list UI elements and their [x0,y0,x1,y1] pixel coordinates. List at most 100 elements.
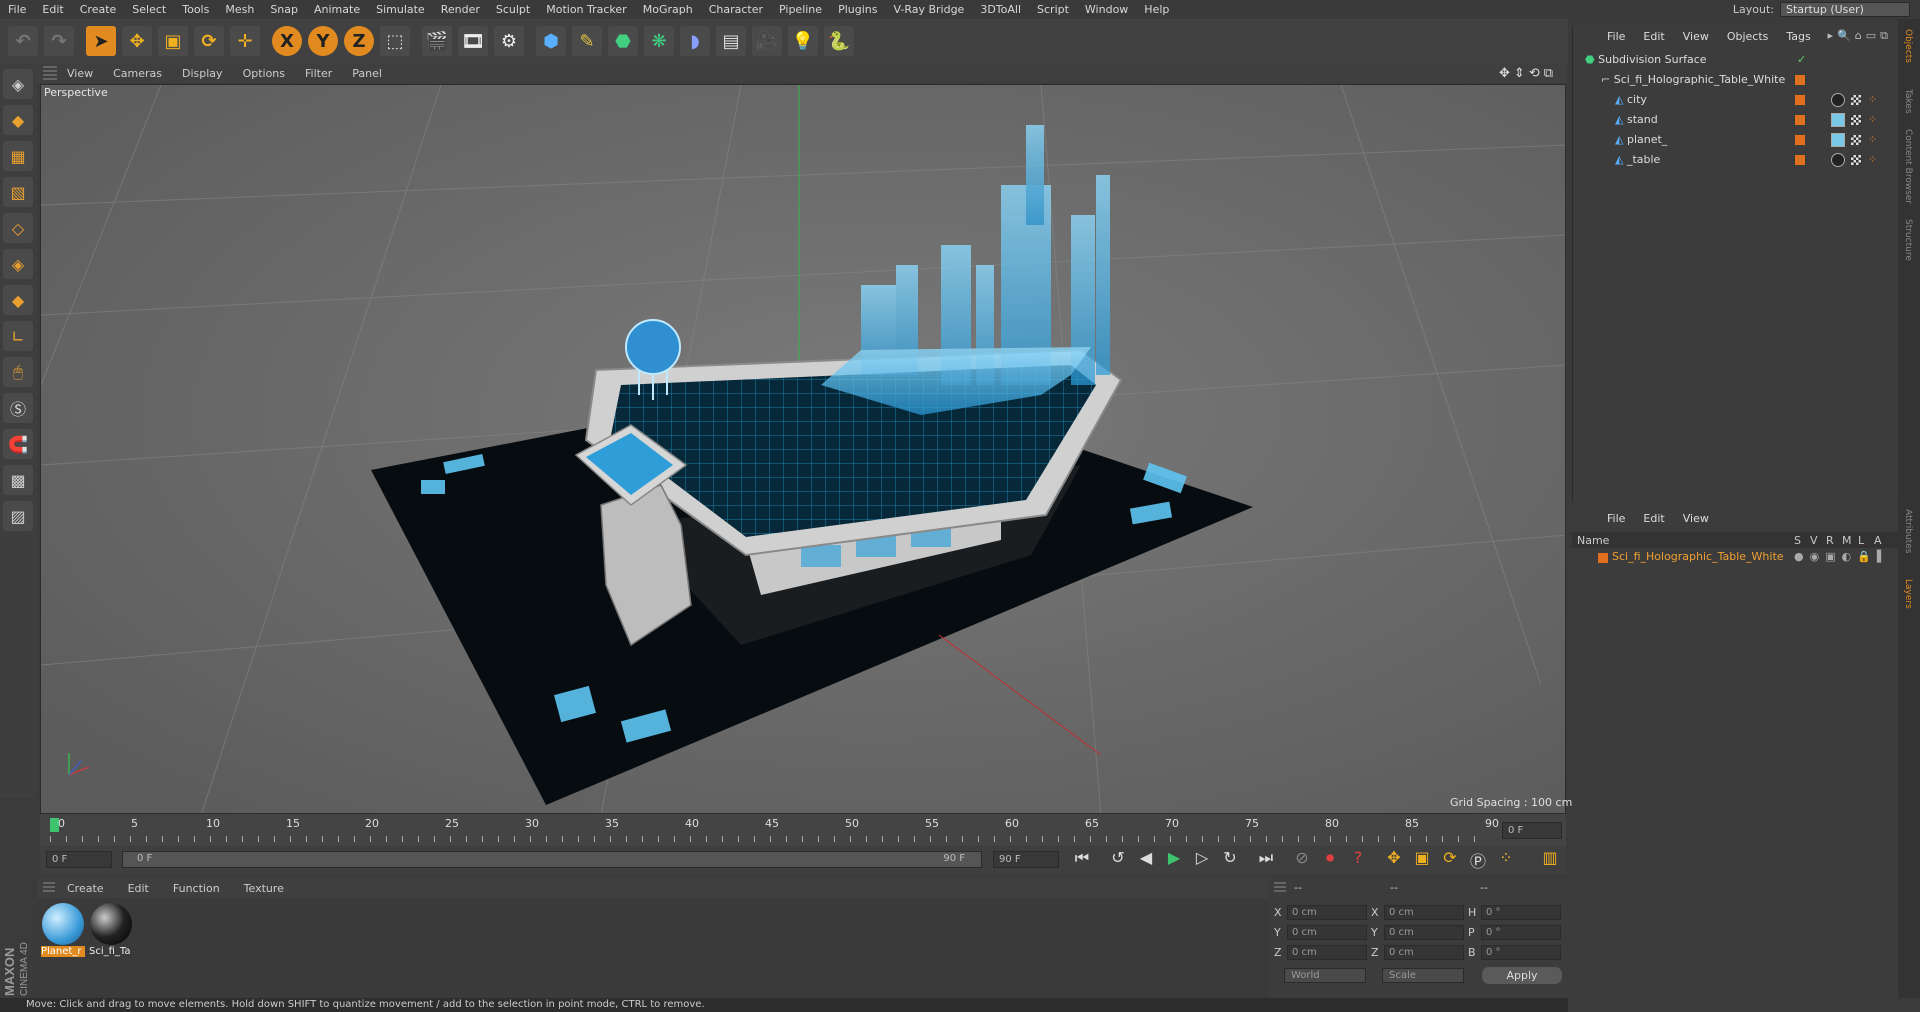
object-row[interactable]: ◭ city ⁘ [1575,90,1895,109]
key-rotation-icon[interactable]: ⟳ [1438,848,1462,872]
tab-takes[interactable]: Takes [1903,89,1913,114]
menu-script[interactable]: Script [1029,3,1077,16]
array-cloner-icon[interactable]: ❋ [644,26,674,56]
material-swatch[interactable]: Planet_r [41,902,85,958]
object-row[interactable]: ⬣ Subdivision Surface ✓ [1575,50,1895,69]
timeline-window-icon[interactable]: ▥ [1538,848,1562,872]
polygons-mode-icon[interactable]: ◆ [3,285,33,315]
menu-tools[interactable]: Tools [174,3,217,16]
viewport-nav-icons[interactable]: ✥⇕⟲⧉ [1499,66,1557,81]
prev-key-icon[interactable]: ↺ [1106,848,1130,872]
objects-menu-view[interactable]: View [1674,30,1718,43]
material-swatch[interactable]: Sci_fi_Ta [89,902,133,958]
python-icon[interactable]: 🐍 [824,26,854,56]
layer-col-manager[interactable]: M [1842,534,1852,547]
menu-window[interactable]: Window [1077,3,1136,16]
objects-menu-edit[interactable]: Edit [1634,30,1673,43]
tab-attributes[interactable]: Attributes [1903,509,1913,553]
material-tag-icon[interactable] [1831,113,1845,127]
menu-motion-tracker[interactable]: Motion Tracker [538,3,634,16]
phong-tag-icon[interactable]: ⁘ [1868,130,1877,149]
select-arrow-icon[interactable]: ➤ [86,26,116,56]
layer-color-tag[interactable] [1795,155,1805,165]
size-y-field[interactable]: 0 cm [1384,925,1464,940]
menu-plugins[interactable]: Plugins [830,3,885,16]
3d-viewport[interactable] [40,84,1566,814]
phong-tag-icon[interactable]: ⁘ [1868,150,1877,169]
layer-color-tag[interactable] [1795,95,1805,105]
enabled-check-icon[interactable]: ✓ [1797,50,1806,69]
objects-menu-tags[interactable]: Tags [1777,30,1819,43]
axis-mode-icon[interactable]: ∟ [3,321,33,351]
key-scale-icon[interactable]: ▣ [1410,848,1434,872]
end-frame-field[interactable]: 90 F [993,851,1059,868]
layer-toggle-icons[interactable]: ●◉▣◐🔒▌ [1794,548,1891,566]
viewport-menu-cameras[interactable]: Cameras [103,67,172,80]
uvw-tag-icon[interactable] [1851,135,1861,145]
layer-color-tag[interactable] [1795,75,1805,85]
viewport-menu-view[interactable]: View [57,67,103,80]
rotate-icon[interactable]: ⟳ [194,26,224,56]
record-keys-icon[interactable]: ⊘ [1290,848,1314,872]
live-selection-icon[interactable]: ✛ [230,26,260,56]
play-icon[interactable]: ▶ [1162,848,1186,872]
coordinate-system-icon[interactable]: ⬚ [380,26,410,56]
layers-menu-view[interactable]: View [1674,512,1718,525]
size-x-field[interactable]: 0 cm [1384,905,1464,920]
material-menu-texture[interactable]: Texture [232,882,296,895]
menu-sculpt[interactable]: Sculpt [488,3,538,16]
menu-3dtoall[interactable]: 3DToAll [972,3,1029,16]
layout-dropdown[interactable]: Startup (User) [1780,2,1910,17]
undo-icon[interactable]: ↶ [8,26,38,56]
menu-simulate[interactable]: Simulate [368,3,433,16]
menu-create[interactable]: Create [72,3,125,16]
tab-objects[interactable]: Objects [1903,29,1913,63]
next-key-icon[interactable]: ↻ [1218,848,1242,872]
layer-col-solo[interactable]: S [1794,534,1801,547]
layer-col-locked[interactable]: L [1858,534,1864,547]
position-z-field[interactable]: 0 cm [1287,945,1367,960]
material-tag-icon[interactable] [1831,93,1845,107]
key-parameter-icon[interactable]: Ⓟ [1466,848,1490,872]
goto-end-icon[interactable]: ⏭ [1254,848,1278,872]
position-y-field[interactable]: 0 cm [1287,925,1367,940]
menu-file[interactable]: File [0,3,34,16]
material-tag-icon[interactable] [1831,153,1845,167]
layer-color-tag[interactable] [1795,135,1805,145]
next-frame-icon[interactable]: ▷ [1190,848,1214,872]
lock-workplane-icon[interactable]: ▩ [3,465,33,495]
workplane-icon[interactable]: ▧ [3,177,33,207]
key-pla-icon[interactable]: ⁘ [1494,848,1518,872]
keyframe-selection-icon[interactable]: ? [1346,848,1370,872]
magnet-icon[interactable]: 🧲 [3,429,33,459]
layers-menu-edit[interactable]: Edit [1634,512,1673,525]
texture-mode-icon[interactable]: ▦ [3,141,33,171]
tweak-mode-icon[interactable]: 🖱 [3,357,33,387]
render-settings-icon[interactable]: ⚙ [494,26,524,56]
menu-pipeline[interactable]: Pipeline [771,3,830,16]
object-row[interactable]: ◭ planet_ ⁘ [1575,130,1895,149]
viewport-menu-options[interactable]: Options [233,67,295,80]
object-row[interactable]: ⌐ Sci_fi_Holographic_Table_White [1575,70,1895,89]
current-frame-field[interactable]: 0 F [1502,822,1562,839]
menu-render[interactable]: Render [433,3,488,16]
snap-icon[interactable]: Ⓢ [3,393,33,423]
light-icon[interactable]: 💡 [788,26,818,56]
objects-menu-file[interactable]: File [1598,30,1634,43]
pen-spline-icon[interactable]: ✎ [572,26,602,56]
position-x-field[interactable]: 0 cm [1287,905,1367,920]
layer-row[interactable]: Sci_fi_Holographic_Table_White ●◉▣◐🔒▌ [1572,548,1898,566]
size-z-field[interactable]: 0 cm [1384,945,1464,960]
cube-icon[interactable]: ⬢ [536,26,566,56]
object-manager-tools-icons[interactable]: ▸🔍⌂▭⧉ [1828,29,1892,43]
goto-start-icon[interactable]: ⏮ [1070,848,1094,872]
objects-menu-objects[interactable]: Objects [1718,30,1778,43]
menu-mesh[interactable]: Mesh [217,3,262,16]
layer-color-swatch[interactable] [1598,553,1608,563]
menu-vray-bridge[interactable]: V-Ray Bridge [885,3,972,16]
viewport-menu-filter[interactable]: Filter [295,67,342,80]
start-frame-field[interactable]: 0 F [46,851,112,868]
viewport-menu-display[interactable]: Display [172,67,233,80]
phong-tag-icon[interactable]: ⁘ [1868,90,1877,109]
points-mode-icon[interactable]: ◇ [3,213,33,243]
